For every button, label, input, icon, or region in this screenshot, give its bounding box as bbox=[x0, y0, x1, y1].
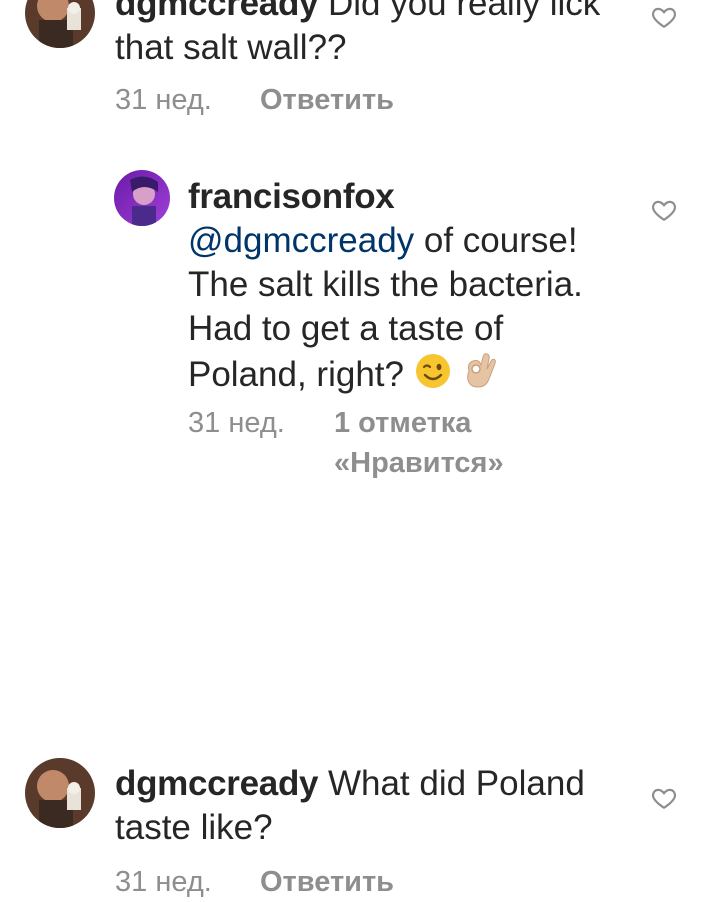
comment-body-line2: taste like? bbox=[115, 808, 273, 847]
comment-text: dgmccready What did Poland taste like? bbox=[115, 762, 655, 850]
reply-button[interactable]: Ответить bbox=[260, 862, 394, 902]
avatar[interactable] bbox=[25, 758, 95, 828]
comment-time: 31 нед. bbox=[115, 866, 212, 898]
heart-icon[interactable] bbox=[651, 785, 677, 811]
username[interactable]: dgmccready bbox=[115, 764, 319, 803]
comment-body-line1: What did Poland bbox=[327, 764, 585, 803]
comment-3: dgmccready What did Poland taste like? 3… bbox=[0, 0, 720, 900]
